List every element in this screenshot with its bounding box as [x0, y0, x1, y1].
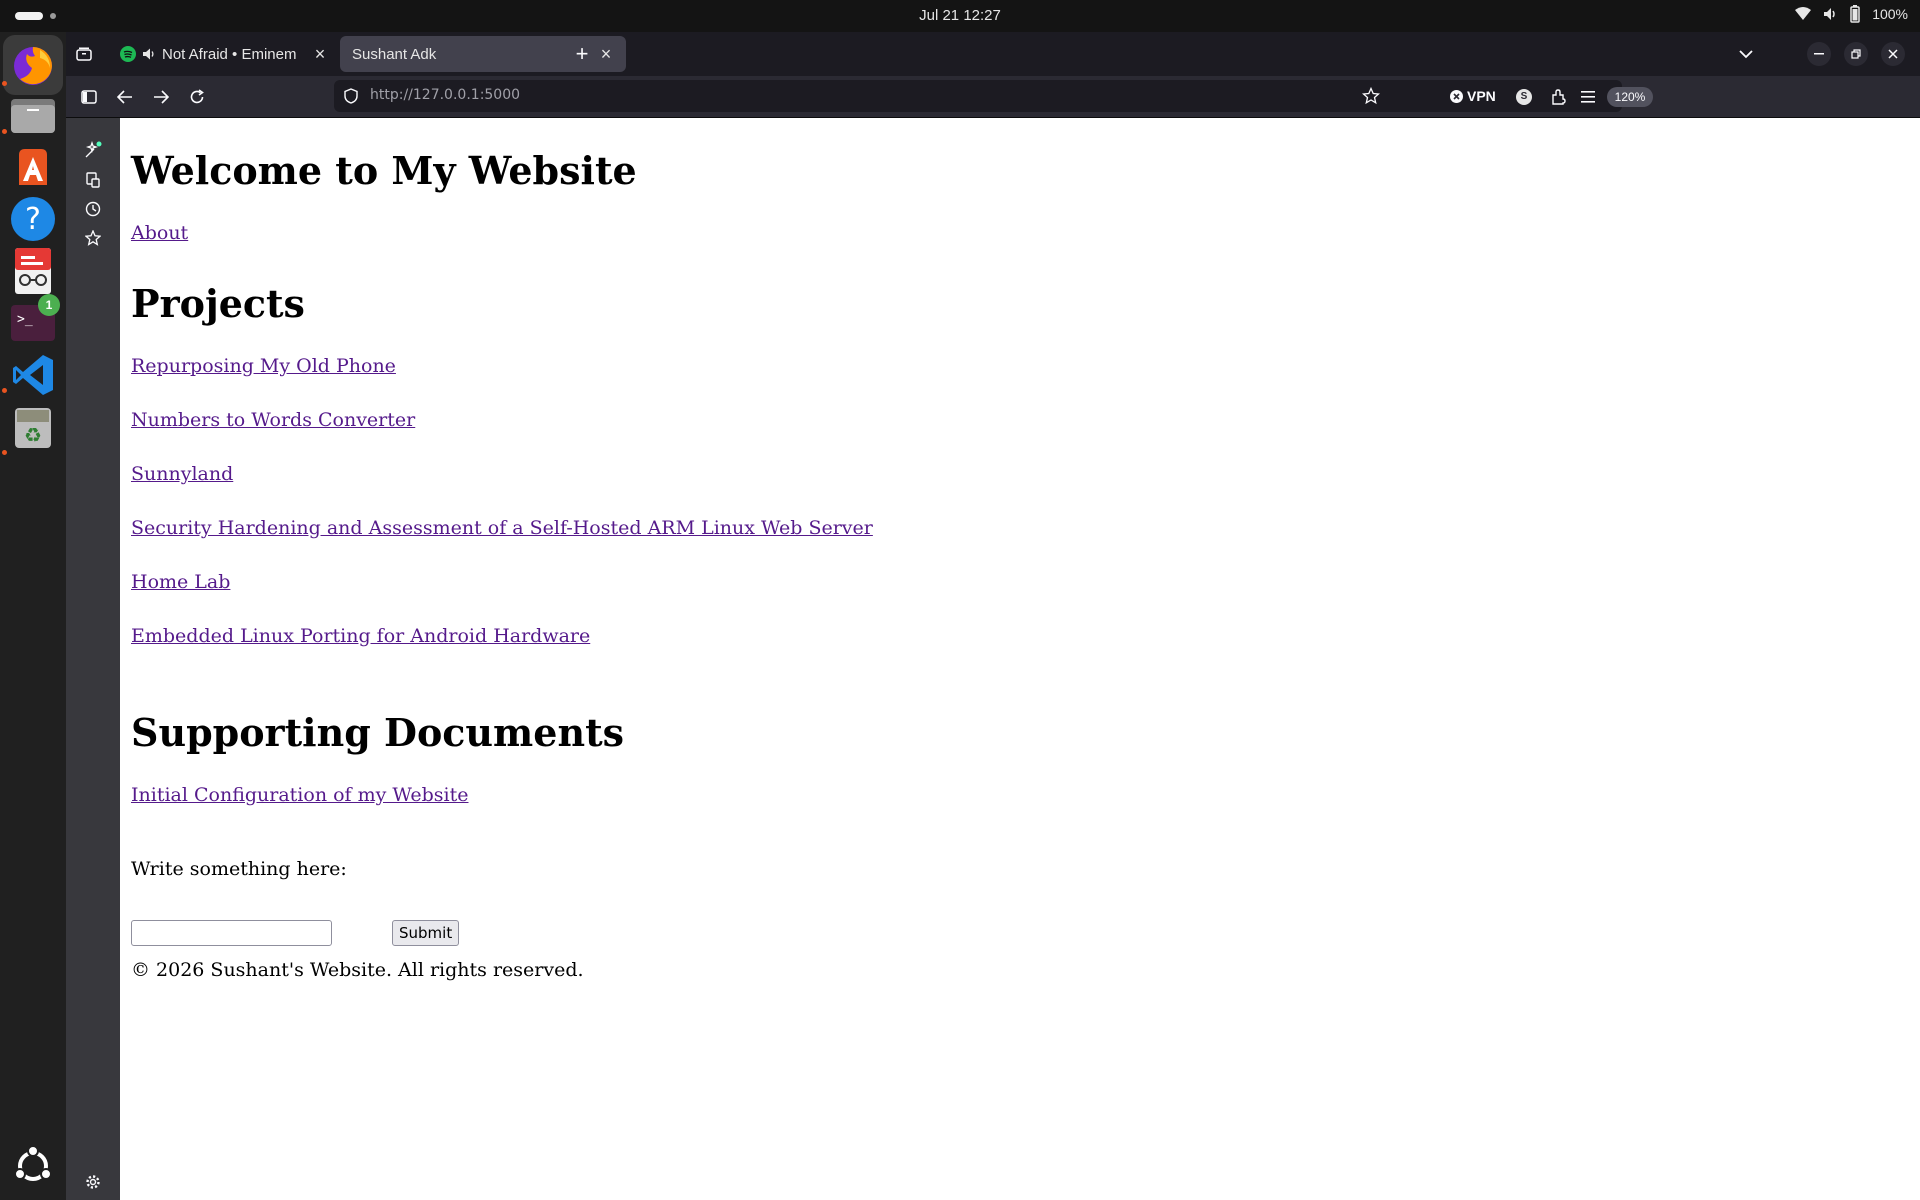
system-clock[interactable]: Jul 21 12:27 [0, 7, 1920, 24]
volume-icon [1824, 8, 1835, 20]
reload-button[interactable] [183, 83, 211, 111]
back-button[interactable] [111, 83, 139, 111]
vscode-running-indicator [2, 450, 7, 455]
battery-percentage: 100% [1872, 6, 1908, 22]
system-status-area[interactable]: 100% [1794, 5, 1908, 23]
synced-tabs-icon[interactable] [79, 166, 107, 194]
navigation-toolbar: http://127.0.0.1:5000 120% VPN S [66, 76, 1920, 118]
page-title: Welcome to My Website [131, 148, 637, 193]
battery-icon [1850, 5, 1860, 23]
svg-text:?: ? [25, 202, 41, 237]
sidebar-settings-gear-icon[interactable] [79, 1168, 107, 1196]
svg-text:>_: >_ [17, 312, 33, 327]
tab-overview-icon[interactable] [70, 40, 98, 68]
vscode-icon[interactable] [9, 351, 57, 399]
account-avatar[interactable]: S [1516, 89, 1532, 105]
tab-strip: Not Afraid • Eminem × Sushant Adk × + [66, 32, 1920, 76]
bookmark-star-icon[interactable] [1362, 87, 1380, 105]
footer-copyright: © 2026 Sushant's Website. All rights res… [131, 959, 584, 981]
terminal-running-indicator [2, 388, 7, 393]
forward-button[interactable] [147, 83, 175, 111]
extensions-icon[interactable] [1545, 83, 1573, 111]
app-center-icon[interactable] [9, 143, 57, 191]
message-input[interactable] [131, 920, 332, 946]
close-tab-icon[interactable]: × [310, 44, 330, 64]
project-link[interactable]: Sunnyland [131, 463, 233, 485]
document-link[interactable]: Initial Configuration of my Website [131, 784, 469, 806]
tab-not-afraid[interactable]: Not Afraid • Eminem × [108, 36, 340, 72]
history-icon[interactable] [79, 195, 107, 223]
vpn-off-icon [1450, 89, 1463, 103]
project-link[interactable]: Security Hardening and Assessment of a S… [131, 517, 873, 539]
help-icon[interactable]: ? [9, 195, 57, 243]
new-tab-button[interactable]: + [568, 40, 596, 68]
trash-icon[interactable]: ♻ [9, 403, 57, 451]
ubuntu-logo[interactable] [9, 1142, 57, 1190]
minimize-button[interactable] [1807, 42, 1831, 66]
app-menu-icon[interactable] [1574, 83, 1602, 111]
tab-label: Sushant Adk [352, 45, 437, 63]
page-content: Welcome to My Website About Projects Rep… [120, 118, 1920, 1200]
bookmarks-icon[interactable] [79, 224, 107, 252]
document-viewer-icon[interactable] [9, 247, 57, 295]
firefox-window: Not Afraid • Eminem × Sushant Adk × + ht… [66, 32, 1920, 1200]
files-icon[interactable] [9, 91, 57, 139]
url-bar[interactable]: http://127.0.0.1:5000 120% [334, 80, 1653, 112]
about-link[interactable]: About [131, 222, 188, 244]
tab-label: Not Afraid • Eminem [162, 45, 297, 63]
vpn-button[interactable]: VPN [1450, 88, 1496, 104]
ai-chatbot-icon[interactable] [79, 136, 107, 164]
restore-button[interactable] [1844, 42, 1868, 66]
wifi-icon [1795, 7, 1812, 20]
zoom-level-badge[interactable]: 120% [1607, 87, 1653, 107]
ubuntu-dock: ? >_ 1 ♻ [0, 32, 66, 1200]
project-link[interactable]: Numbers to Words Converter [131, 409, 415, 431]
project-link[interactable]: Repurposing My Old Phone [131, 355, 396, 377]
close-window-button[interactable] [1881, 42, 1905, 66]
form-label: Write something here: [131, 858, 347, 880]
site-info-shield-icon[interactable] [344, 88, 358, 104]
url-host: http://127.0.0.1 [370, 87, 480, 103]
vpn-label: VPN [1467, 88, 1496, 104]
project-link[interactable]: Embedded Linux Porting for Android Hardw… [131, 625, 590, 647]
projects-heading: Projects [131, 281, 305, 326]
sidebar-toggle-icon[interactable] [75, 83, 103, 111]
spotify-icon [120, 46, 136, 62]
system-top-bar: Jul 21 12:27 100% [0, 0, 1920, 32]
terminal-notification-badge: 1 [38, 294, 60, 316]
close-tab-icon[interactable]: × [596, 44, 616, 64]
url-text[interactable]: http://127.0.0.1:5000 [370, 87, 520, 103]
browser-sidebar [66, 118, 120, 1200]
svg-text:♻: ♻ [24, 423, 42, 447]
speaker-icon[interactable] [142, 47, 156, 61]
submit-button[interactable]: Submit [392, 920, 460, 946]
supporting-documents-heading: Supporting Documents [131, 710, 625, 755]
firefox-running-indicator [2, 81, 7, 86]
list-all-tabs-icon[interactable] [1732, 40, 1760, 68]
url-port: :5000 [479, 87, 521, 103]
project-link[interactable]: Home Lab [131, 571, 230, 593]
firefox-icon[interactable] [3, 35, 63, 95]
files-running-indicator [2, 129, 7, 134]
